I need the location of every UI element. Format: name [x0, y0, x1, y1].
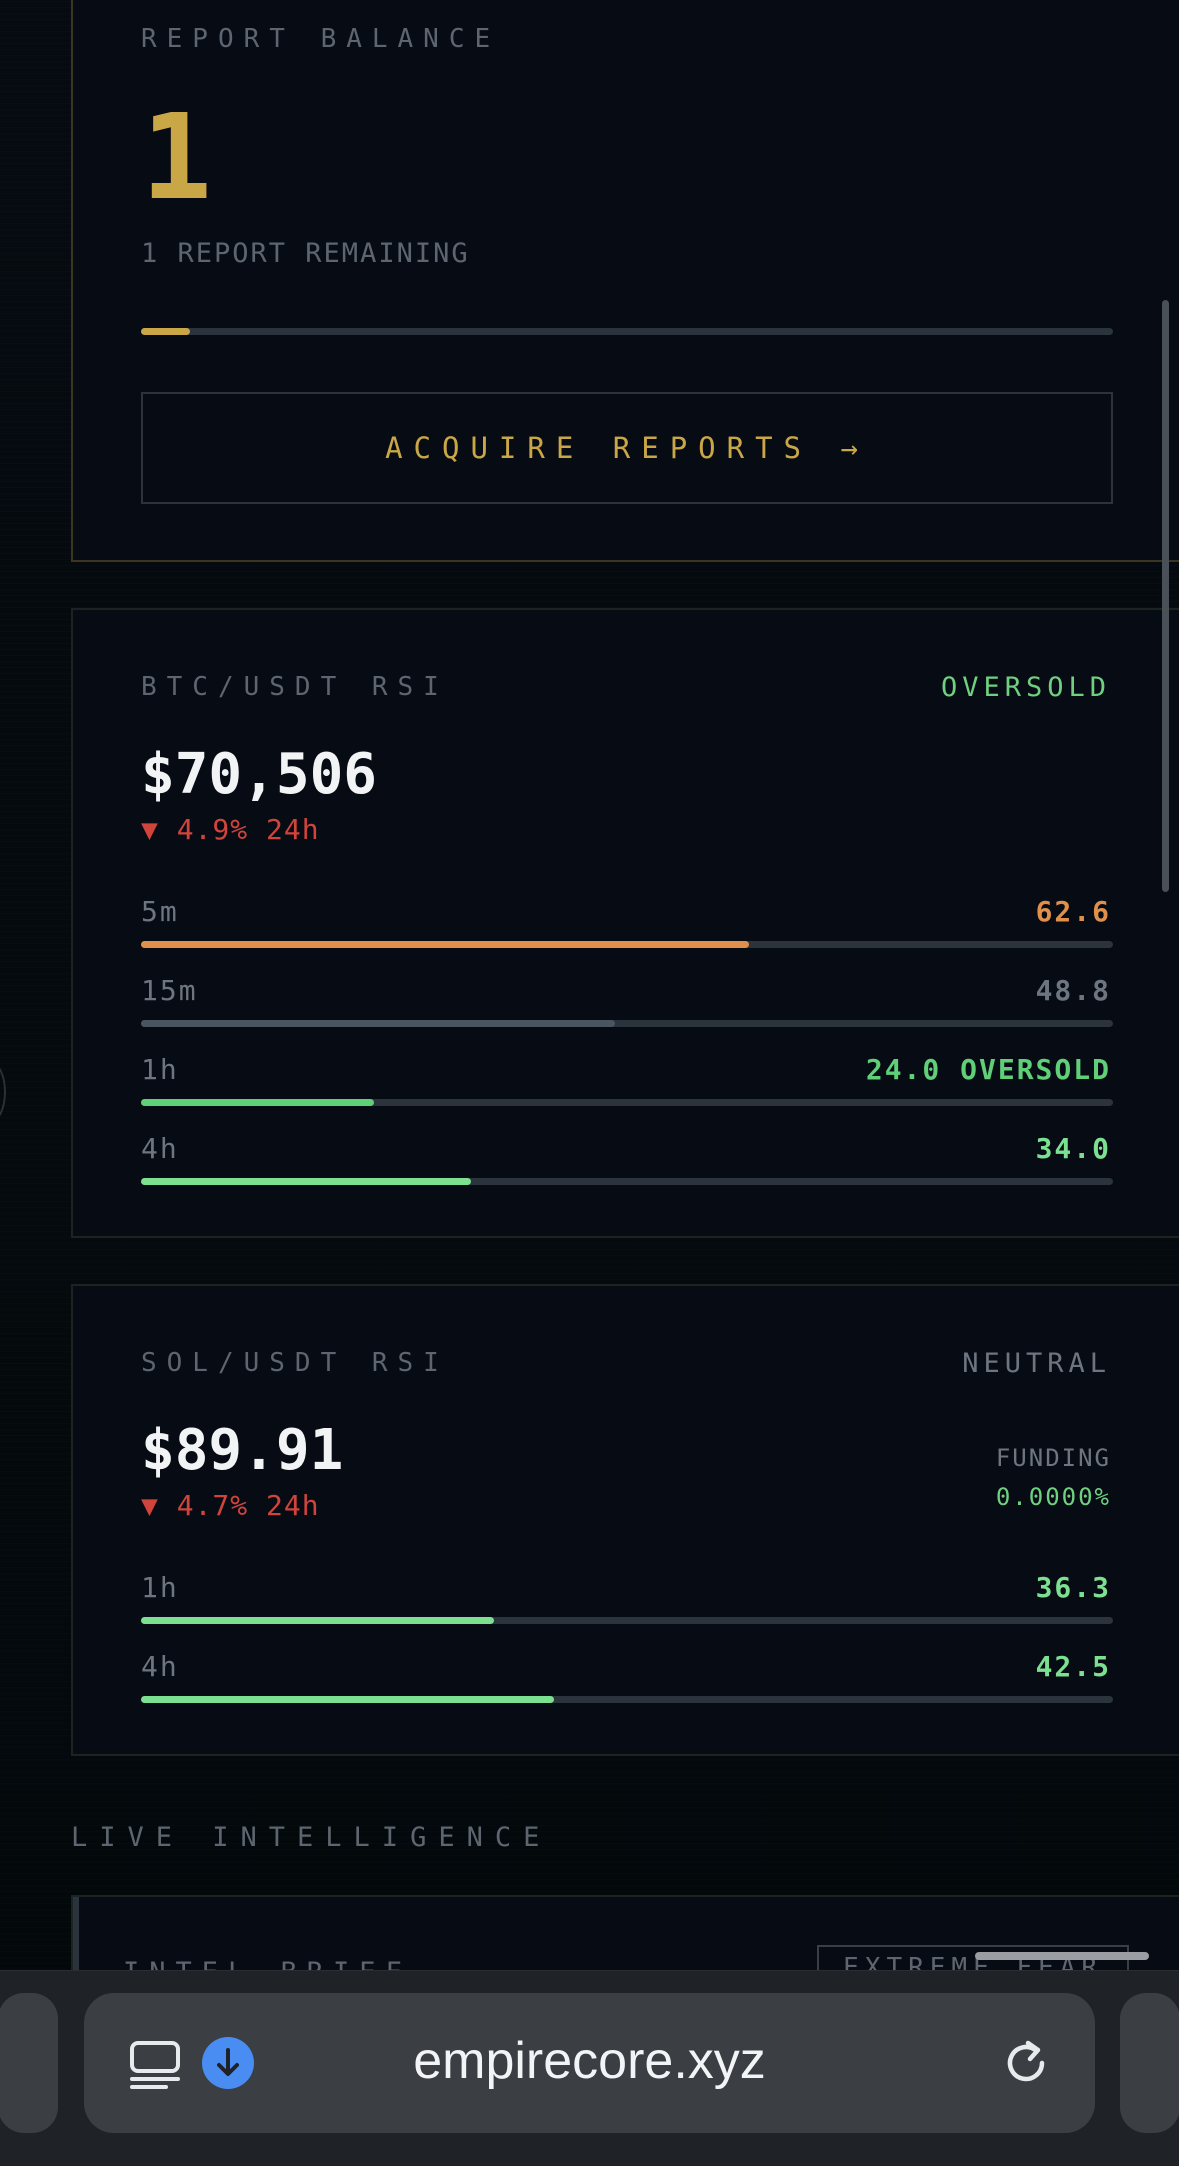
- rsi-value: 62.6: [1035, 895, 1111, 928]
- rsi-bar-track: [141, 1099, 1113, 1106]
- previous-tab[interactable]: [0, 1993, 58, 2133]
- rsi-timeframe-label: 5m: [141, 895, 179, 928]
- rsi-bar-fill: [141, 1178, 472, 1185]
- reload-icon[interactable]: [998, 2035, 1054, 2091]
- scrollbar-thumb[interactable]: [1162, 300, 1169, 892]
- rsi-timeframe-label: 4h: [141, 1132, 179, 1165]
- btc-price: $70,506: [141, 742, 378, 807]
- rsi-bar-fill: [141, 1617, 494, 1624]
- rsi-timeframe-label: 1h: [141, 1053, 179, 1086]
- home-indicator[interactable]: [975, 1952, 1149, 1960]
- live-intelligence-title: LIVE INTELLIGENCE: [71, 1822, 552, 1853]
- report-remaining-text: 1 REPORT REMAINING: [141, 238, 470, 269]
- rsi-value: 36.3: [1035, 1571, 1111, 1604]
- acquire-reports-button[interactable]: ACQUIRE REPORTS →: [141, 392, 1113, 504]
- rsi-bar-fill: [141, 941, 750, 948]
- sol-status-badge: NEUTRAL: [962, 1348, 1111, 1379]
- address-bar[interactable]: empirecore.xyz: [84, 1993, 1095, 2133]
- report-progress-fill: [141, 328, 190, 335]
- funding-value: 0.0000%: [995, 1483, 1111, 1511]
- btc-rsi-card: BTC/USDT RSI OVERSOLD $70,506 ▼ 4.9% 24h…: [71, 608, 1179, 1238]
- btc-change: ▼ 4.9% 24h: [141, 813, 320, 846]
- rsi-value: 24.0 OVERSOLD: [865, 1053, 1111, 1086]
- rsi-bar-track: [141, 1178, 1113, 1185]
- rsi-bar-track: [141, 1020, 1113, 1027]
- rsi-timeframe-label: 1h: [141, 1571, 179, 1604]
- browser-toolbar: empirecore.xyz: [0, 1970, 1179, 2166]
- sol-rsi-card: SOL/USDT RSI NEUTRAL $89.91 ▼ 4.7% 24h F…: [71, 1284, 1179, 1756]
- funding-label: FUNDING: [995, 1444, 1111, 1472]
- rsi-bar-fill: [141, 1099, 375, 1106]
- report-balance-label: REPORT BALANCE: [141, 24, 501, 54]
- report-balance-card: REPORT BALANCE 1 1 REPORT REMAINING ACQU…: [71, 0, 1179, 562]
- next-tab[interactable]: [1120, 1993, 1179, 2133]
- rsi-timeframe-label: 15m: [141, 974, 198, 1007]
- btc-status-badge: OVERSOLD: [940, 672, 1111, 703]
- report-count: 1: [141, 88, 213, 226]
- sol-price: $89.91: [141, 1418, 344, 1483]
- sol-change: ▼ 4.7% 24h: [141, 1489, 320, 1522]
- btc-rsi-label: BTC/USDT RSI: [141, 672, 449, 702]
- rsi-bar-track: [141, 941, 1113, 948]
- rsi-bar-fill: [141, 1020, 616, 1027]
- rsi-value: 42.5: [1035, 1650, 1111, 1683]
- url-text: empirecore.xyz: [413, 2032, 766, 2090]
- rsi-timeframe-label: 4h: [141, 1650, 179, 1683]
- report-progress-track: [141, 328, 1113, 335]
- rsi-bar-track: [141, 1696, 1113, 1703]
- rsi-value: 48.8: [1035, 974, 1111, 1007]
- rsi-value: 34.0: [1035, 1132, 1111, 1165]
- rsi-bar-track: [141, 1617, 1113, 1624]
- sol-rsi-label: SOL/USDT RSI: [141, 1348, 449, 1378]
- rsi-bar-fill: [141, 1696, 555, 1703]
- intel-brief-card[interactable]: INTEL BRIEF EXTREME FEAR: [71, 1895, 1179, 1975]
- intel-card-accent: [73, 1897, 79, 1975]
